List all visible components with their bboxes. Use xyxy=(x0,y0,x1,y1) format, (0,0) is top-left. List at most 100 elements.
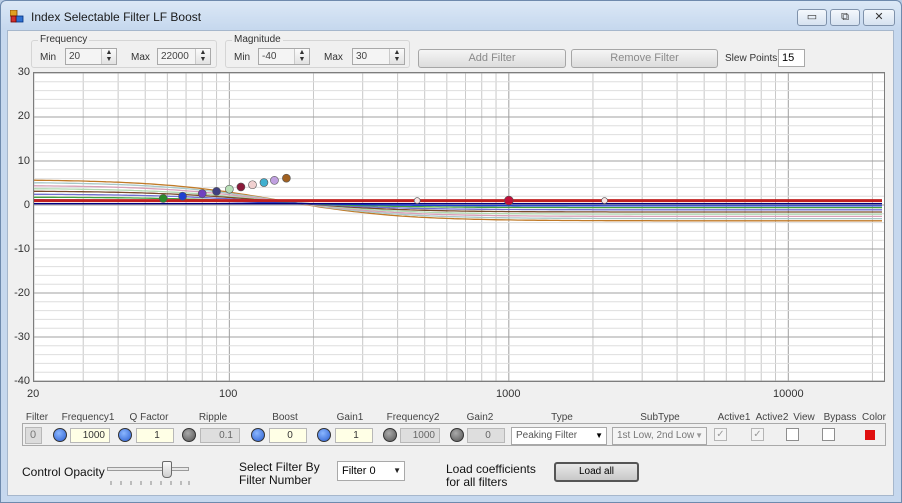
gain1-knob-icon[interactable] xyxy=(317,428,331,442)
select-filter-label-line1: Select Filter By xyxy=(239,460,320,474)
ripple-field[interactable]: 0.1 xyxy=(200,428,240,443)
x-tick-label: 1000 xyxy=(496,388,521,400)
header-boost: Boost xyxy=(272,412,298,423)
slew-points-label: Slew Points xyxy=(725,53,778,64)
frequency-response-plot[interactable] xyxy=(33,72,885,382)
control-point-7 xyxy=(259,178,269,187)
header-subtype: SubType xyxy=(640,412,680,423)
spinner-arrows-icon[interactable]: ▲ ▼ xyxy=(389,49,404,64)
header-bypass: Bypass xyxy=(823,412,857,423)
dropdown-arrow-icon: ▼ xyxy=(595,431,603,440)
minimize-icon: ▭ xyxy=(806,11,818,23)
control-point-9 xyxy=(282,173,291,183)
control-point-0 xyxy=(158,194,168,203)
load-coefficients-label-line2: for all filters xyxy=(446,475,508,489)
control-point-5 xyxy=(236,182,246,192)
header-active1: Active1 xyxy=(717,412,751,423)
control-point-6 xyxy=(248,180,257,190)
spinner-arrows-icon[interactable]: ▲ ▼ xyxy=(101,49,116,64)
view-checkbox[interactable] xyxy=(786,428,799,441)
header-frequency1: Frequency1 xyxy=(61,412,115,423)
spinner-arrows-icon[interactable]: ▲ ▼ xyxy=(294,49,309,64)
boost-knob-icon[interactable] xyxy=(251,428,265,442)
opacity-slider-thumb[interactable] xyxy=(161,461,172,478)
header-color: Color xyxy=(862,412,886,423)
gain1-field[interactable]: 1 xyxy=(335,428,373,443)
subtype-value: 1st Low, 2nd Low xyxy=(617,430,695,441)
ripple-knob-icon[interactable] xyxy=(182,428,196,442)
y-tick-label: -20 xyxy=(14,287,30,299)
control-point-1 xyxy=(178,191,187,201)
close-button[interactable]: ✕ xyxy=(863,9,895,26)
remove-filter-button[interactable]: Remove Filter xyxy=(571,49,718,68)
magnitude-max-spinner[interactable]: 30 ▲ ▼ xyxy=(352,48,405,65)
slider-ticks xyxy=(110,481,190,485)
frequency-min-spinner[interactable]: 20 ▲ ▼ xyxy=(65,48,117,65)
frequency2-field[interactable]: 1000 xyxy=(400,428,440,443)
type-select[interactable]: Peaking Filter ▼ xyxy=(511,427,607,445)
q-factor-field[interactable]: 1 xyxy=(136,428,174,443)
magnitude-max-label: Max xyxy=(324,52,343,63)
filter-index-cell: 0 xyxy=(25,427,42,444)
header-active2: Active2 xyxy=(755,412,789,423)
frequency1-knob-icon[interactable] xyxy=(53,428,67,442)
control-opacity-label: Control Opacity xyxy=(22,465,105,479)
title-bar[interactable]: Index Selectable Filter LF Boost ▭ ⧉ ✕ xyxy=(1,1,901,31)
magnitude-min-spinner[interactable]: -40 ▲ ▼ xyxy=(258,48,310,65)
type-value: Peaking Filter xyxy=(516,430,578,441)
control-point-10 xyxy=(413,197,421,204)
filter-number-value: Filter 0 xyxy=(342,465,376,477)
y-tick-label: -40 xyxy=(14,375,30,387)
y-tick-label: 20 xyxy=(17,110,30,122)
spinner-arrows-icon[interactable]: ▲ ▼ xyxy=(195,49,210,64)
magnitude-min-label: Min xyxy=(234,52,251,63)
x-tick-label: 100 xyxy=(219,388,238,400)
bypass-checkbox[interactable] xyxy=(822,428,835,441)
active1-checkbox[interactable]: ✓ xyxy=(714,428,727,441)
maximize-button[interactable]: ⧉ xyxy=(830,9,860,26)
header-frequency2: Frequency2 xyxy=(386,412,440,423)
y-tick-label: -10 xyxy=(14,243,30,255)
magnitude-max-value: 30 xyxy=(356,51,368,62)
frequency2-knob-icon[interactable] xyxy=(383,428,397,442)
magnitude-legend: Magnitude xyxy=(232,34,283,45)
control-point-12 xyxy=(601,197,608,204)
y-tick-label: 30 xyxy=(17,66,30,78)
q-factor-knob-icon[interactable] xyxy=(118,428,132,442)
add-filter-button[interactable]: Add Filter xyxy=(418,49,566,68)
control-point-2 xyxy=(197,189,207,198)
frequency-max-value: 22000 xyxy=(161,51,189,62)
response-chart[interactable] xyxy=(34,73,884,381)
frequency-min-value: 20 xyxy=(69,51,81,62)
app-icon xyxy=(10,10,24,23)
gain2-field[interactable]: 0 xyxy=(467,428,505,443)
frequency-min-label: Min xyxy=(40,52,57,63)
minimize-button[interactable]: ▭ xyxy=(797,9,827,26)
header-gain1: Gain1 xyxy=(336,412,364,423)
header-ripple: Ripple xyxy=(198,412,228,423)
gain2-knob-icon[interactable] xyxy=(450,428,464,442)
load-coefficients-label-line1: Load coefficients xyxy=(446,462,536,476)
x-tick-label: 20 xyxy=(27,388,40,400)
header-filter: Filter xyxy=(25,412,49,423)
filter-number-select[interactable]: Filter 0 ▼ xyxy=(337,461,405,481)
y-tick-label: 0 xyxy=(23,199,30,211)
frequency-max-spinner[interactable]: 22000 ▲ ▼ xyxy=(157,48,211,65)
frequency1-field[interactable]: 1000 xyxy=(70,428,110,443)
y-tick-label: 10 xyxy=(17,155,30,167)
header-gain2: Gain2 xyxy=(466,412,494,423)
dropdown-arrow-icon: ▼ xyxy=(393,466,401,475)
load-all-button[interactable]: Load all xyxy=(554,462,639,482)
boost-field[interactable]: 0 xyxy=(269,428,307,443)
header-view: View xyxy=(793,412,815,423)
subtype-select[interactable]: 1st Low, 2nd Low ▼ xyxy=(612,427,707,445)
select-filter-label-line2: Filter Number xyxy=(239,473,312,487)
control-point-11 xyxy=(504,195,514,206)
slew-points-input[interactable]: 15 xyxy=(778,49,805,67)
opacity-slider-track[interactable] xyxy=(107,467,189,471)
dropdown-arrow-icon: ▼ xyxy=(695,431,703,440)
active2-checkbox[interactable]: ✓ xyxy=(751,428,764,441)
frequency-legend: Frequency xyxy=(38,34,90,45)
filter-color-swatch[interactable] xyxy=(865,430,875,440)
header-type: Type xyxy=(551,412,573,423)
